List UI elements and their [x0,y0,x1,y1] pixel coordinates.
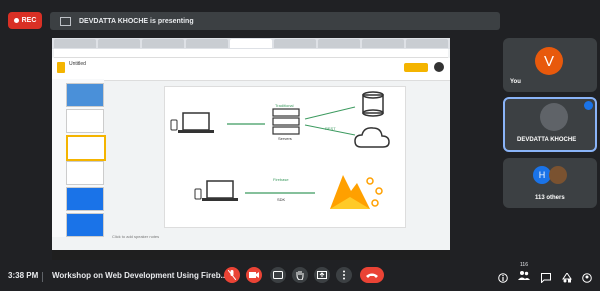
account-avatar[interactable] [434,62,444,72]
participant-name: DEVDATTA KHOCHE [517,137,577,143]
avatar [540,103,568,131]
record-dot-icon [13,18,19,23]
os-taskbar [52,250,450,260]
meeting-details-button[interactable] [498,270,508,288]
participant-tile-self[interactable]: V You [503,38,597,92]
laptop-icon [178,112,214,133]
shared-screen: Untitled Traditional Servers REST Fireba… [52,38,450,260]
people-icon [518,271,530,280]
more-vert-icon [343,270,345,280]
lock-person-icon [582,273,592,283]
document-title[interactable]: Untitled [69,61,86,67]
participants-count-badge: 116 [520,262,528,268]
server-icon [272,108,300,135]
participant-name: 113 others [535,195,565,201]
arrow-label: REST [325,126,336,131]
slide-thumbnail[interactable] [66,109,104,133]
people-button[interactable]: 116 [518,262,530,286]
chat-icon [541,273,551,284]
camera-toggle-button[interactable] [246,267,262,283]
recording-badge: REC [8,12,42,29]
mic-toggle-button[interactable] [224,267,240,283]
presenting-text: DEVDATTA KHOCHE is presenting [79,17,194,25]
database-icon [362,91,384,117]
captions-button[interactable] [270,267,286,283]
cloud-icon [354,127,390,148]
arrow-label: Firebase [273,177,289,182]
slide-thumbnail[interactable] [66,83,104,107]
host-controls-button[interactable] [582,270,592,288]
meeting-title: Workshop on Web Development Using Fireb.… [52,271,228,280]
arrow-line [304,106,356,120]
more-options-button[interactable] [336,267,352,283]
chat-button[interactable] [541,270,551,288]
leave-call-button[interactable] [360,267,384,283]
server-label: Servers [278,136,292,141]
presenting-indicator-icon [584,101,593,110]
firebase-icon [330,175,383,209]
laptop-icon [202,180,238,201]
captions-icon [273,271,283,279]
participant-tile-presenter[interactable]: DEVDATTA KHOCHE [503,97,597,152]
address-bar[interactable] [54,49,448,58]
top-bar: REC DEVDATTA KHOCHE is presenting [0,0,600,36]
present-button[interactable] [404,63,428,72]
arrow-label: SDK [277,197,286,202]
slide-thumbnail[interactable] [66,187,104,211]
meeting-controls-bar: 3:38 PM Workshop on Web Development Usin… [0,262,600,291]
slide-thumbnail-selected[interactable] [66,135,106,161]
phone-icon [194,188,202,200]
present-now-button[interactable] [314,267,330,283]
avatar: V [535,47,563,75]
slide-filmstrip [52,79,106,237]
speaker-notes[interactable]: Click to add speaker notes [112,234,159,239]
phone-icon [170,119,178,131]
slides-appbar: Untitled [52,58,450,81]
arrow-label: Traditional [275,103,294,108]
raise-hand-button[interactable] [292,267,308,283]
recording-label: REC [21,17,37,24]
hand-icon [296,271,304,280]
slide-thumbnail[interactable] [66,213,104,237]
slide-thumbnail[interactable] [66,161,104,185]
participant-name: You [510,79,521,85]
activities-button[interactable] [562,270,572,288]
present-screen-icon [60,16,71,26]
clock: 3:38 PM [8,271,39,280]
avatar [549,166,567,184]
divider [42,272,43,282]
participant-tile-others[interactable]: H 113 others [503,158,597,208]
hang-up-icon [366,273,378,278]
presenting-banner: DEVDATTA KHOCHE is presenting [50,12,500,30]
present-screen-icon [317,271,327,279]
shapes-icon [562,272,572,283]
mic-off-icon [228,270,236,280]
camera-off-icon [249,272,259,278]
active-tab[interactable] [230,39,272,48]
slides-logo-icon [57,62,65,73]
slide-canvas[interactable]: Traditional Servers REST Firebase SDK [164,86,406,228]
info-icon [498,273,508,283]
browser-tabs[interactable] [52,38,450,49]
